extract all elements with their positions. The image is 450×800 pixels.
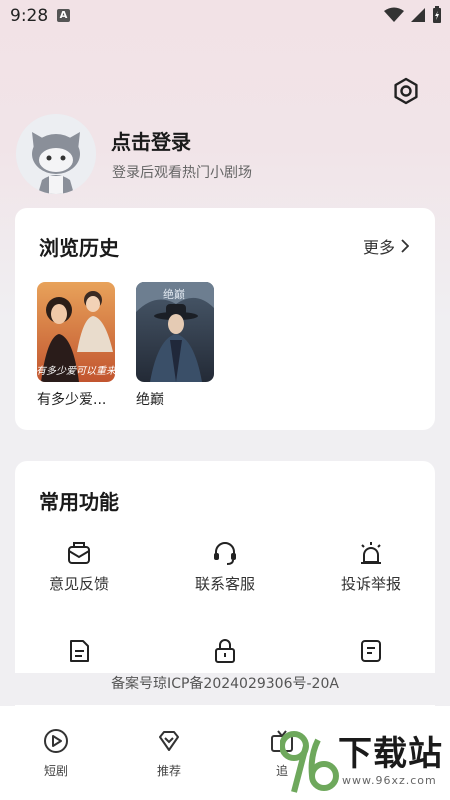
tab-label: 推荐 [156,764,181,778]
poster-1-text: 有多少爱可以重来 [37,365,115,377]
wifi-icon [384,7,404,22]
signal-icon [411,8,425,22]
more-label: 更多 [362,238,395,257]
play-circle-icon [44,729,68,753]
report-label: 投诉举报 [340,575,401,593]
privacy-lock-button[interactable] [155,637,295,665]
history-card: 浏览历史 更多 有多少爱可以重来 有多少爱... 绝巅 绝巅 [15,208,435,430]
lock-icon [215,639,235,663]
customer-service-button[interactable]: 联系客服 [155,539,295,594]
document-icon [70,640,89,662]
history-poster-2[interactable]: 绝巅 [136,282,214,382]
drama-poster-image: 有多少爱可以重来 [37,282,115,382]
chevron-right-icon [401,239,409,253]
cat-avatar-icon [16,114,96,194]
heart-diamond-icon [159,731,179,751]
functions-title: 常用功能 [39,490,119,514]
settings-button[interactable] [390,75,422,107]
alarm-icon [361,542,381,564]
feedback-label: 意见反馈 [48,575,109,593]
agreement-button[interactable] [301,637,441,665]
battery-icon [433,6,441,23]
poster-2-text: 绝巅 [163,287,185,301]
site-watermark: 96 下载站 www.96xz.com [280,720,450,800]
history-item-2-name: 绝巅 [136,392,164,408]
login-subtitle: 登录后观看热门小剧场 [112,165,252,181]
watermark-url: www.96xz.com [342,774,437,787]
notification-icon: A [57,9,70,22]
history-title: 浏览历史 [39,236,119,260]
tab-recommend[interactable]: 推荐 [139,728,199,779]
history-item-1-name: 有多少爱... [37,392,107,408]
note-icon [361,640,381,662]
headset-icon [214,542,236,565]
customer-service-label: 联系客服 [194,575,255,593]
settings-icon [394,77,418,105]
watermark-logo-icon: 96 [280,731,339,793]
status-bar: 9:28 A [0,0,450,34]
feedback-button[interactable]: 意见反馈 [9,539,149,594]
report-button[interactable]: 投诉举报 [301,539,441,594]
watermark-text: 下载站 [338,734,443,774]
drama-poster-image: 绝巅 [136,282,214,382]
icp-record: 备案号琼ICP备2024029306号-20A [0,673,450,705]
history-more-link[interactable]: 更多 [363,234,409,258]
history-poster-1[interactable]: 有多少爱可以重来 [37,282,115,382]
feedback-icon [68,542,90,564]
document-button[interactable] [9,637,149,665]
login-title[interactable]: 点击登录 [111,126,191,155]
status-icons [384,6,442,24]
tab-short-drama[interactable]: 短剧 [26,728,86,779]
tab-label: 短剧 [43,764,68,778]
avatar[interactable] [16,114,96,194]
status-time: 9:28 [10,6,49,26]
